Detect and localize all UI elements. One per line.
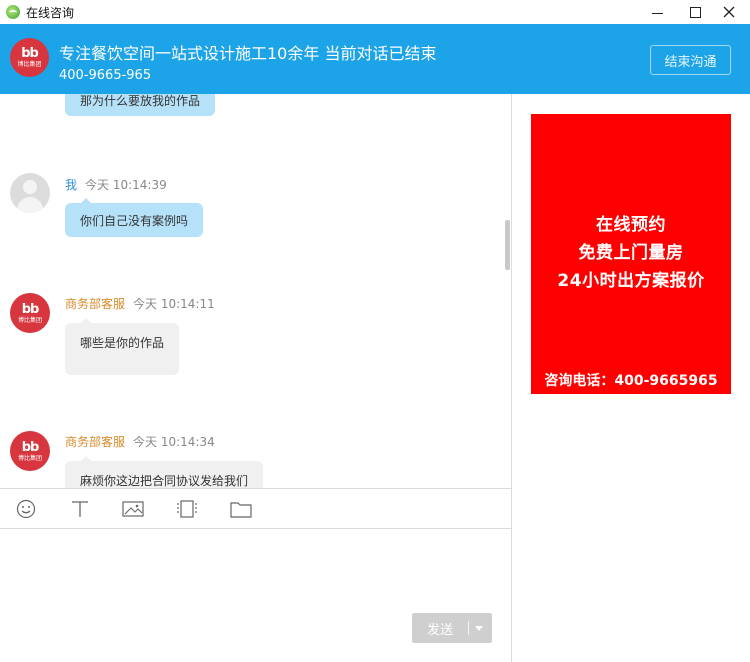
send-label: 发送 xyxy=(426,622,453,638)
message-bubble: 那为什么要放我的作品 xyxy=(65,94,216,116)
message-text: 麻烦你这边把合同协议发给我们 xyxy=(80,474,249,488)
send-separator xyxy=(468,621,469,635)
agent-avatar: bb 博比集团 xyxy=(10,431,50,471)
message-time: 今天 10:14:11 xyxy=(133,297,215,311)
header-phone: 400-9665-965 xyxy=(59,68,152,83)
emoji-button[interactable] xyxy=(15,499,37,519)
promo-line: 24小时出方案报价 xyxy=(557,271,705,291)
text-format-icon xyxy=(72,501,88,517)
sender-name: 我 xyxy=(65,178,78,192)
sender-name: 商务部客服 xyxy=(65,435,126,449)
promo-phone: 咨询电话：400-9665965 xyxy=(544,373,718,389)
screenshot-icon xyxy=(177,500,197,518)
close-icon xyxy=(723,6,735,18)
message-input[interactable]: 发送 xyxy=(0,529,512,662)
font-button[interactable] xyxy=(69,499,91,519)
send-options-chevron-down-icon[interactable] xyxy=(475,626,483,631)
folder-icon xyxy=(230,502,252,518)
promo-line: 在线预约 xyxy=(596,215,666,235)
message-text: 你们自己没有案例吗 xyxy=(80,213,189,228)
company-logo: bb 博比集团 xyxy=(10,38,49,77)
message-bubble: 你们自己没有案例吗 xyxy=(65,198,204,237)
chat-header: bb 博比集团 专注餐饮空间一站式设计施工10余年 当前对话已结束 400-96… xyxy=(0,24,750,94)
app-logo-icon xyxy=(6,5,20,19)
header-title: 专注餐饮空间一站式设计施工10余年 当前对话已结束 xyxy=(59,44,437,63)
end-chat-button[interactable]: 结束沟通 xyxy=(650,45,731,75)
logo-subtext: 博比集团 xyxy=(17,61,42,68)
minimize-icon xyxy=(651,12,663,14)
message-header: 商务部客服 今天 10:14:11 xyxy=(65,295,215,312)
input-toolbar xyxy=(0,488,512,529)
promo-banner[interactable]: 在线预约 免费上门量房 24小时出方案报价 咨询电话：400-9665965 xyxy=(531,114,731,394)
window-title: 在线咨询 xyxy=(26,5,75,20)
message-time: 今天 10:14:39 xyxy=(85,178,167,192)
emoji-icon xyxy=(16,499,36,519)
user-avatar xyxy=(10,173,50,213)
sender-name: 商务部客服 xyxy=(65,297,126,311)
maximize-icon xyxy=(689,6,701,18)
message-text: 哪些是你的作品 xyxy=(80,336,165,350)
logo-mark: bb xyxy=(21,46,39,61)
file-button[interactable] xyxy=(230,499,252,519)
title-bar: 在线咨询 xyxy=(0,0,750,24)
message-time: 今天 10:14:34 xyxy=(133,435,215,449)
side-panel: 在线预约 免费上门量房 24小时出方案报价 咨询电话：400-9665965 xyxy=(512,94,750,662)
message-bubble: 麻烦你这边把合同协议发给我们 xyxy=(65,456,264,488)
screenshot-button[interactable] xyxy=(176,499,198,519)
promo-line: 免费上门量房 xyxy=(578,243,684,263)
agent-avatar: bb 博比集团 xyxy=(10,293,50,333)
message-header: 我今天 10:14:39 xyxy=(65,176,167,193)
chat-messages[interactable]: 那为什么要放我的作品 我今天 10:14:39 你们自己没有案例吗 bb 博比集团… xyxy=(0,94,512,488)
message-bubble: 哪些是你的作品 xyxy=(65,318,180,375)
message-text: 那为什么要放我的作品 xyxy=(80,94,201,108)
image-icon xyxy=(122,501,144,517)
image-button[interactable] xyxy=(122,499,144,519)
send-button[interactable]: 发送 xyxy=(412,613,492,643)
message-header: 商务部客服 今天 10:14:34 xyxy=(65,433,215,450)
chat-scrollbar[interactable] xyxy=(505,220,510,270)
close-button[interactable] xyxy=(706,0,750,24)
